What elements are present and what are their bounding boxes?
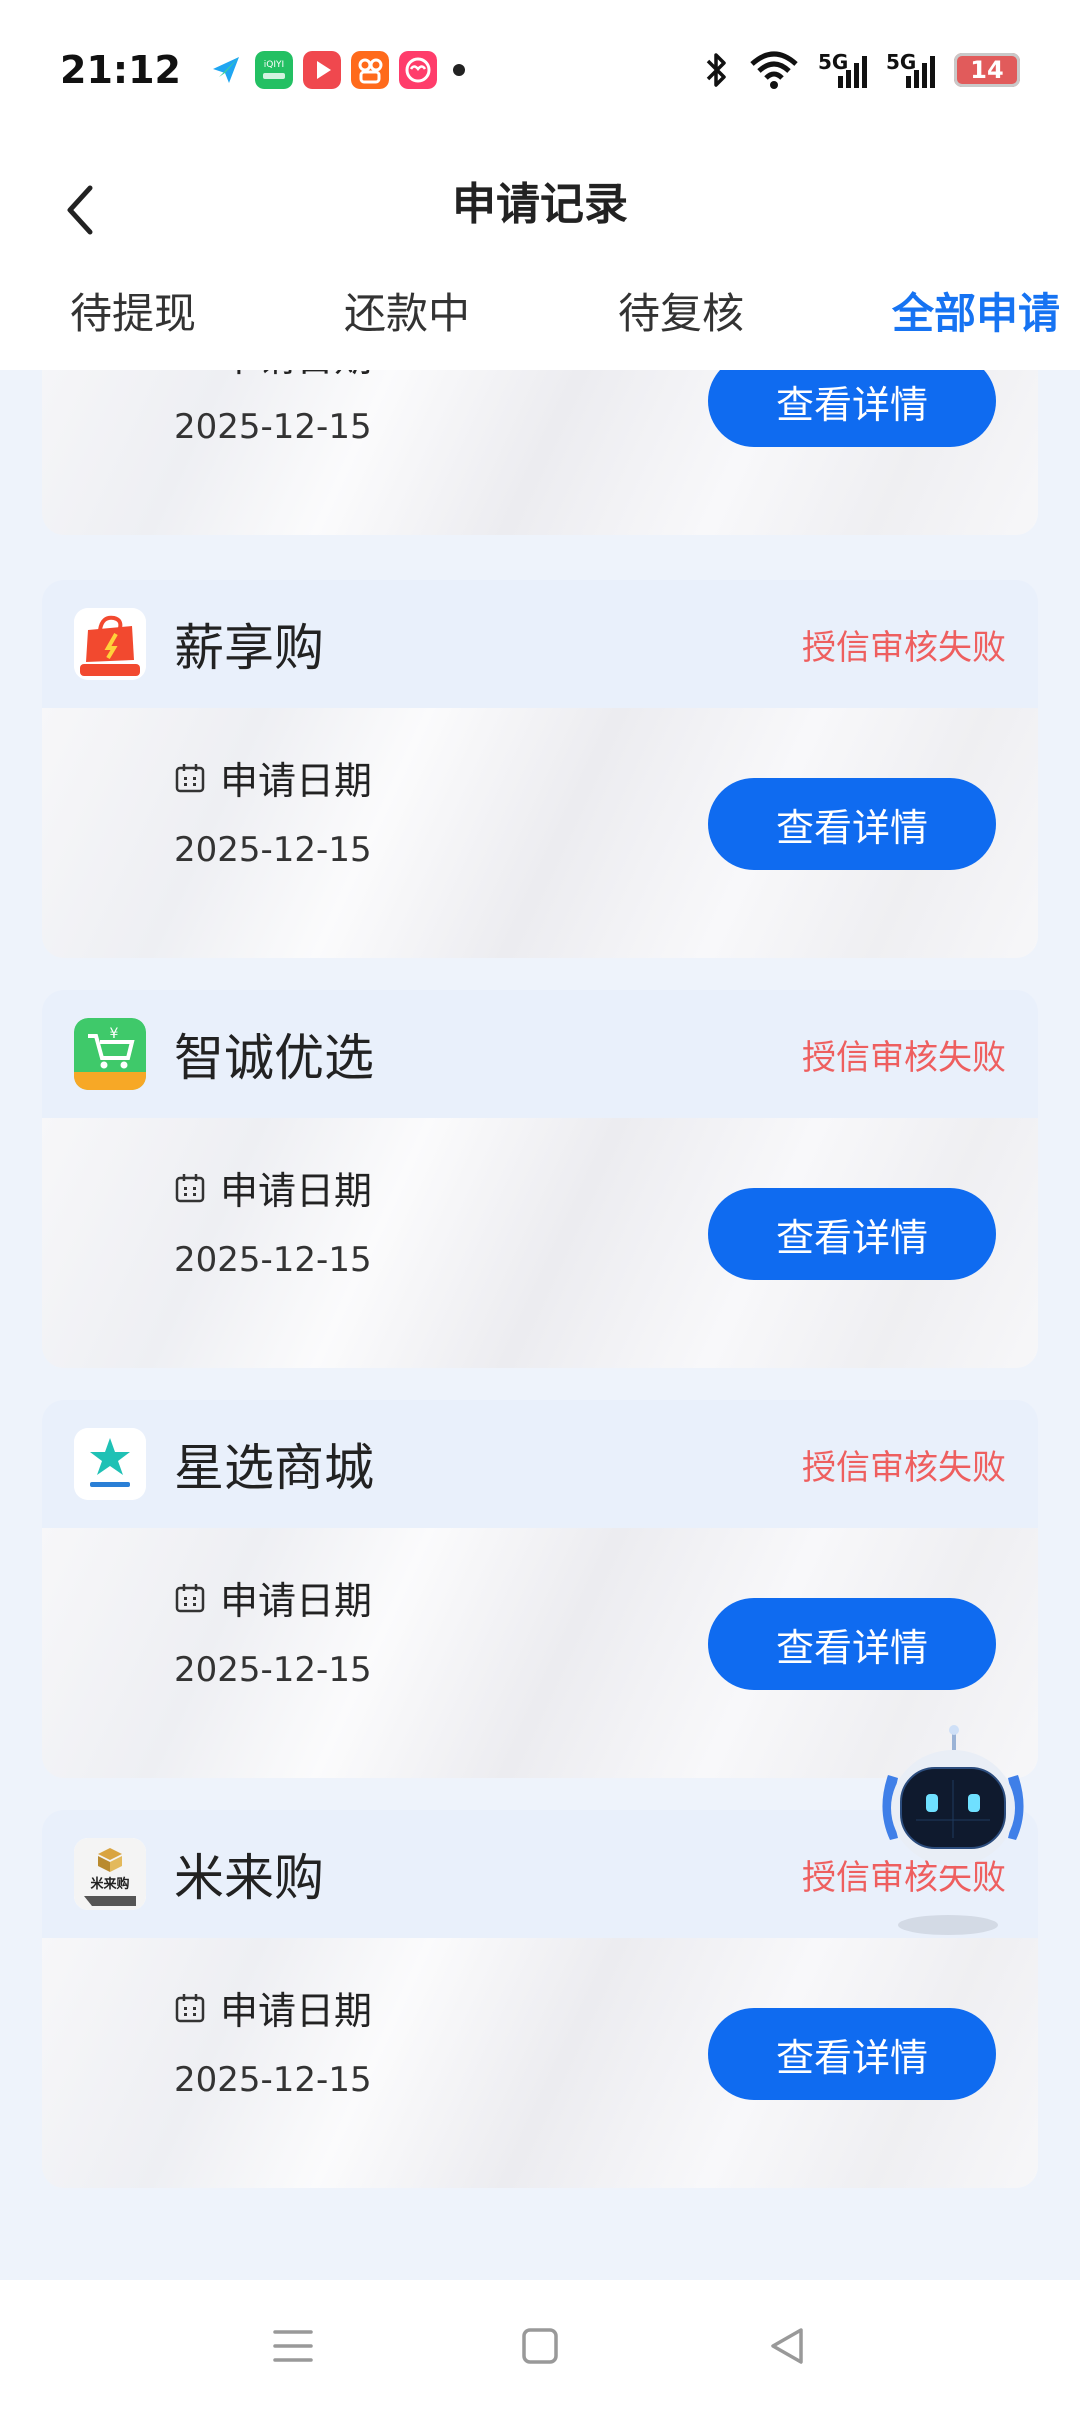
application-date: 2025-12-15 [174, 1240, 372, 1280]
card-header: 薪享购 授信审核失败 [42, 580, 1038, 708]
date-label: 申请日期 [220, 1169, 373, 1213]
app-header: 申请记录 待提现 还款中 待复核 全部申请 [0, 140, 1080, 370]
shopping-bag-logo-icon [74, 608, 146, 680]
application-card: 薪享购 授信审核失败 申请日期 2025-12-15 查看详情 [42, 580, 1038, 958]
signal-icon-1: 5G [818, 50, 868, 90]
tab-pending-review[interactable]: 待复核 [618, 280, 744, 341]
robot-icon [882, 1725, 1024, 1935]
svg-text:iQIYI: iQIYI [264, 60, 284, 70]
signal-icon-2: 5G [886, 50, 936, 90]
tab-repaying[interactable]: 还款中 [344, 280, 470, 341]
application-date: 2025-12-15 [174, 2060, 372, 2100]
calendar-icon [175, 1583, 205, 1612]
tab-all-applications[interactable]: 全部申请 [892, 280, 1060, 341]
date-label-row: 申请日期 [174, 370, 372, 382]
milaigou-logo-icon: 米来购 [74, 1838, 146, 1910]
svg-text:¥: ¥ [110, 1026, 119, 1042]
more-notifications-dot [452, 64, 465, 76]
menu-icon[interactable] [271, 2324, 315, 2368]
date-label-row: 申请日期 [174, 1160, 372, 1215]
view-details-button[interactable]: 查看详情 [708, 1188, 996, 1280]
feishu-icon [206, 51, 245, 89]
calendar-icon [175, 1173, 205, 1202]
battery-level: 14 [970, 56, 1004, 84]
app-name: 星选商城 [174, 1439, 374, 1497]
date-label: 申请日期 [220, 370, 372, 382]
status-indicators: 5G 5G 14 [702, 50, 1020, 90]
view-details-button[interactable]: 查看详情 [708, 1598, 996, 1690]
status-badge: 授信审核失败 [802, 1447, 1006, 1488]
app-name: 薪享购 [174, 619, 324, 677]
back-nav-icon[interactable] [765, 2324, 809, 2368]
status-bar: 21:12 iQIYI 5G 5G 14 [0, 0, 1080, 140]
svg-text:米来购: 米来购 [90, 1876, 129, 1892]
notification-app-icons: iQIYI [206, 51, 437, 89]
app-name: 智诚优选 [174, 1029, 374, 1087]
date-label: 申请日期 [220, 759, 373, 803]
app-logo [74, 608, 146, 680]
application-date: 2025-12-15 [174, 407, 372, 447]
date-label: 申请日期 [220, 1989, 373, 2033]
date-label-row: 申请日期 [174, 750, 372, 805]
wifi-icon [750, 51, 798, 89]
date-label-row: 申请日期 [174, 1980, 372, 2035]
bluetooth-icon [706, 53, 726, 87]
card-body: 申请日期 2025-12-15 查看详情 [42, 708, 1038, 958]
app-name: 米来购 [174, 1849, 324, 1907]
home-icon[interactable] [518, 2324, 562, 2368]
tab-pending-withdrawal[interactable]: 待提现 [70, 280, 196, 341]
kuaishou-icon [350, 51, 389, 89]
calendar-icon [174, 370, 206, 371]
application-date: 2025-12-15 [174, 830, 372, 870]
app-logo: ¥ [74, 1018, 146, 1090]
application-date: 2025-12-15 [174, 1650, 372, 1690]
application-card: ¥ 智诚优选 授信审核失败 申请日期 2025-12-15 查看详情 [42, 990, 1038, 1368]
status-badge: 授信审核失败 [802, 1037, 1006, 1078]
application-card: 申请日期 2025-12-15 查看详情 [42, 370, 1038, 535]
battery-icon: 14 [954, 53, 1020, 87]
calendar-icon [175, 1993, 205, 2022]
shopping-icon [398, 51, 437, 89]
tab-bar: 待提现 还款中 待复核 全部申请 [0, 270, 1080, 350]
calendar-icon [175, 763, 205, 792]
card-body: 申请日期 2025-12-15 查看详情 [42, 370, 1038, 535]
system-nav-bar [0, 2280, 1080, 2412]
page-title: 申请记录 [452, 179, 628, 230]
cart-logo-icon: ¥ [74, 1018, 146, 1090]
date-label: 申请日期 [220, 1579, 373, 1623]
status-time: 21:12 [60, 48, 181, 92]
application-list[interactable]: 申请日期 2025-12-15 查看详情 薪享购 授信审核失败 [42, 370, 1038, 2280]
card-header: ¥ 智诚优选 授信审核失败 [42, 990, 1038, 1118]
app-logo: 米来购 [74, 1838, 146, 1910]
iqiyi-icon: iQIYI [254, 51, 293, 89]
card-body: 申请日期 2025-12-15 查看详情 [42, 1118, 1038, 1368]
video-icon [302, 51, 341, 89]
assistant-robot-button[interactable] [868, 1720, 1028, 1950]
date-label-row: 申请日期 [174, 1570, 372, 1625]
view-details-button[interactable]: 查看详情 [708, 778, 996, 870]
view-details-button[interactable]: 查看详情 [708, 2008, 996, 2100]
star-mall-logo-icon [74, 1428, 146, 1500]
status-badge: 授信审核失败 [802, 627, 1006, 668]
card-header: 星选商城 授信审核失败 [42, 1400, 1038, 1528]
app-logo [74, 1428, 146, 1500]
view-details-button[interactable]: 查看详情 [708, 370, 996, 447]
card-body: 申请日期 2025-12-15 查看详情 [42, 1938, 1038, 2188]
